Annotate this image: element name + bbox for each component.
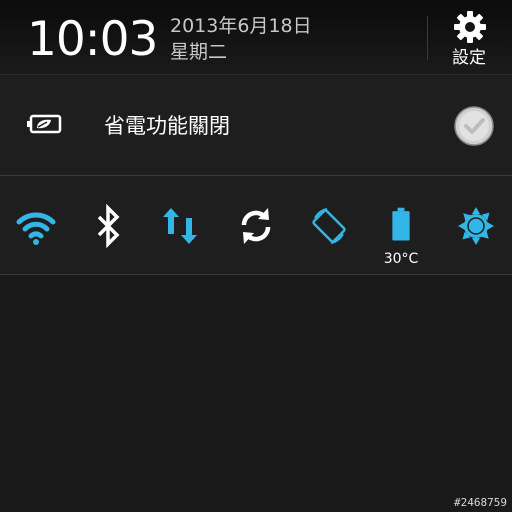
power-saver-row[interactable]: 省電功能關閉 [0,75,512,176]
gear-icon [454,11,486,43]
battery-temperature: 30°C [383,251,419,267]
clock: 10:03 [27,12,158,67]
wifi-icon [16,212,56,245]
quick-setting-battery[interactable]: 30°C [373,176,429,274]
quick-setting-brightness[interactable] [448,176,504,274]
quick-setting-wifi[interactable] [8,176,64,274]
header-divider [427,16,428,60]
quick-setting-bluetooth[interactable] [80,176,136,274]
rotate-icon [312,208,346,244]
sync-icon [241,208,271,244]
brightness-icon [458,207,494,245]
bluetooth-icon [97,204,120,248]
watermark: #2468759 [454,496,507,509]
weekday-label: 星期二 [170,41,228,63]
data-arrows-icon [163,208,197,244]
quick-setting-mobile-data[interactable] [154,176,210,274]
power-saver-label: 省電功能關閉 [104,114,230,138]
battery-icon [392,207,410,241]
notification-panel: 10:03 2013年6月18日 星期二 設定 省電功能關閉 30°C #246… [0,0,512,512]
quick-setting-auto-rotate[interactable] [301,176,357,274]
power-saver-checkbox[interactable] [453,105,495,147]
notification-list-area [0,275,512,512]
quick-setting-sync[interactable] [228,176,284,274]
battery-leaf-icon [27,114,62,134]
status-header: 10:03 2013年6月18日 星期二 設定 [0,0,512,75]
settings-label: 設定 [452,48,486,68]
date-label: 2013年6月18日 [170,15,312,37]
settings-button[interactable]: 設定 [440,6,500,70]
quick-settings-row: 30°C [0,176,512,275]
